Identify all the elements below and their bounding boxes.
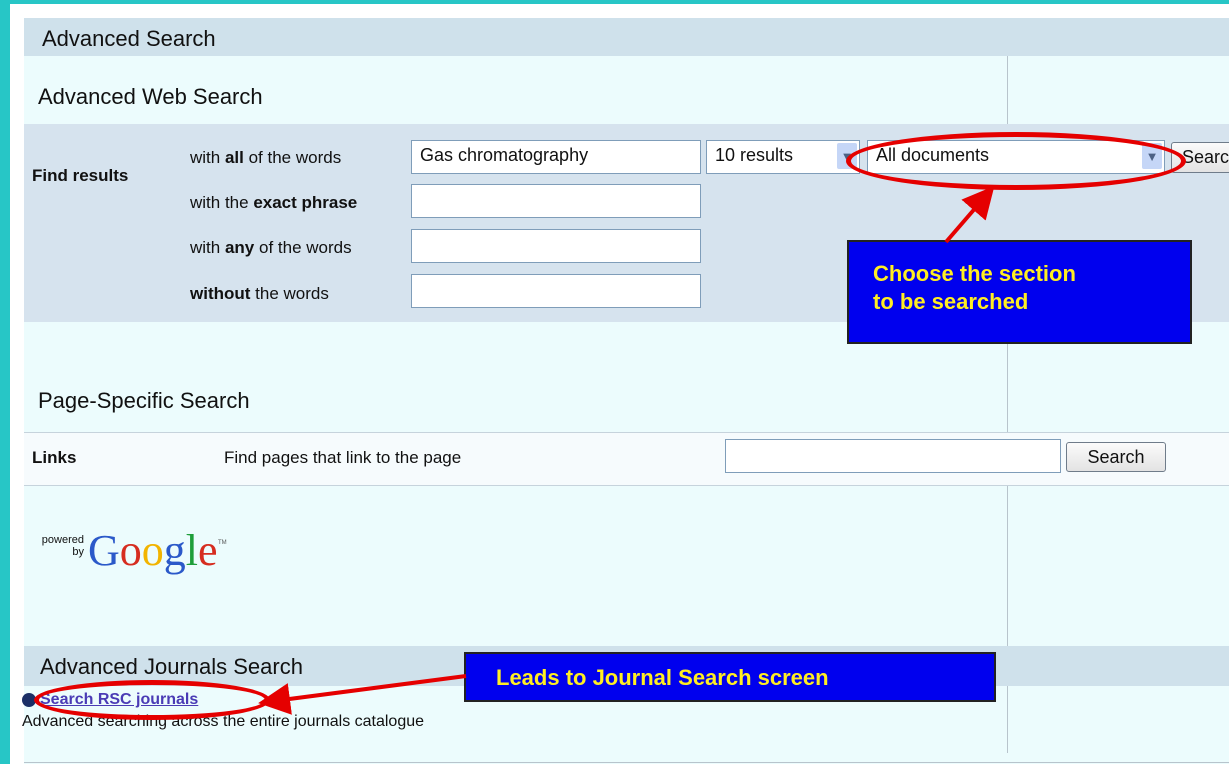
annotation-arrows — [258, 185, 995, 715]
bottom-rule — [24, 762, 1229, 763]
journal-arrow — [258, 674, 467, 715]
page-canvas: Advanced Search Advanced Web Search Find… — [22, 18, 1229, 764]
window-frame: Advanced Search Advanced Web Search Find… — [0, 0, 1229, 764]
section-arrow — [944, 185, 995, 244]
